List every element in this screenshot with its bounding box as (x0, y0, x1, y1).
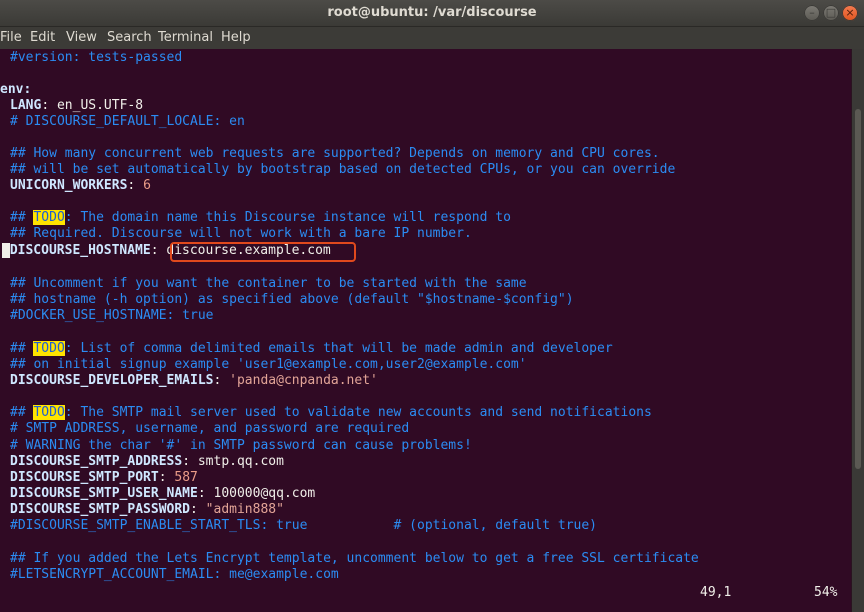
window-title: root@ubuntu: /var/discourse (327, 5, 537, 20)
cursor-position: 49,1 (700, 585, 732, 600)
code-line: #LETSENCRYPT_ACCOUNT_EMAIL: me@example.c… (10, 567, 339, 582)
code-line: #version: tests-passed (10, 50, 183, 65)
code-line: ## How many concurrent web requests are … (10, 146, 660, 161)
menu-edit[interactable]: Edit (30, 27, 55, 49)
todo-marker: TODO (33, 210, 65, 225)
code-line: UNICORN_WORKERS: 6 (10, 178, 151, 193)
code-line: # SMTP ADDRESS, username, and password a… (10, 421, 410, 436)
window-controls: – □ × (804, 5, 858, 21)
code-line: ## will be set automatically by bootstra… (10, 162, 676, 177)
code-line: DISCOURSE_SMTP_PASSWORD: "admin888" (10, 502, 284, 517)
scroll-percent: 54% (814, 585, 838, 600)
code-line: ## hostname (-h option) as specified abo… (10, 292, 574, 307)
maximize-button[interactable]: □ (823, 5, 839, 21)
code-line: LANG: en_US.UTF-8 (10, 98, 144, 113)
code-line: ## TODO: The SMTP mail server used to va… (10, 405, 652, 420)
terminal-window: root@ubuntu: /var/discourse – □ × File E… (0, 0, 864, 612)
code-line: ## Uncomment if you want the container t… (10, 276, 527, 291)
scrollbar-thumb[interactable] (855, 109, 861, 469)
menu-help[interactable]: Help (221, 27, 251, 49)
code-line: ## TODO: The domain name this Discourse … (10, 210, 511, 225)
menu-terminal[interactable]: Terminal (158, 27, 213, 49)
code-line: DISCOURSE_SMTP_USER_NAME: 100000@qq.com (10, 486, 316, 501)
text-cursor (2, 243, 10, 258)
code-line: DISCOURSE_SMTP_PORT: 587 (10, 470, 198, 485)
todo-marker: TODO (33, 405, 65, 420)
code-line: # DISCOURSE_DEFAULT_LOCALE: en (10, 114, 245, 129)
code-line: DISCOURSE_DEVELOPER_EMAILS: 'panda@cnpan… (10, 373, 378, 388)
code-line: #DOCKER_USE_HOSTNAME: true (10, 308, 214, 323)
todo-marker: TODO (33, 341, 65, 356)
menu-bar: File Edit View Search Terminal Help (0, 27, 864, 49)
code-line: # WARNING the char '#' in SMTP password … (10, 438, 472, 453)
menu-search[interactable]: Search (107, 27, 152, 49)
code-line: ## Required. Discourse will not work wit… (10, 226, 472, 241)
code-line: ## on initial signup example 'user1@exam… (10, 357, 527, 372)
menu-view[interactable]: View (66, 27, 97, 49)
close-button[interactable]: × (842, 5, 858, 21)
title-bar[interactable]: root@ubuntu: /var/discourse – □ × (0, 0, 864, 27)
editor-buffer[interactable]: #version: tests-passed env: LANG: en_US.… (0, 49, 852, 611)
code-line: ## If you added the Lets Encrypt templat… (10, 551, 699, 566)
code-line: DISCOURSE_SMTP_ADDRESS: smtp.qq.com (10, 454, 284, 469)
menu-file[interactable]: File (0, 27, 22, 49)
hostname-highlight-box (170, 242, 356, 262)
minimize-button[interactable]: – (804, 5, 820, 21)
code-line: #DISCOURSE_SMTP_ENABLE_START_TLS: true #… (10, 518, 597, 533)
code-line: env: (0, 82, 32, 97)
code-line: ## TODO: List of comma delimited emails … (10, 341, 613, 356)
scrollbar[interactable] (851, 49, 864, 612)
